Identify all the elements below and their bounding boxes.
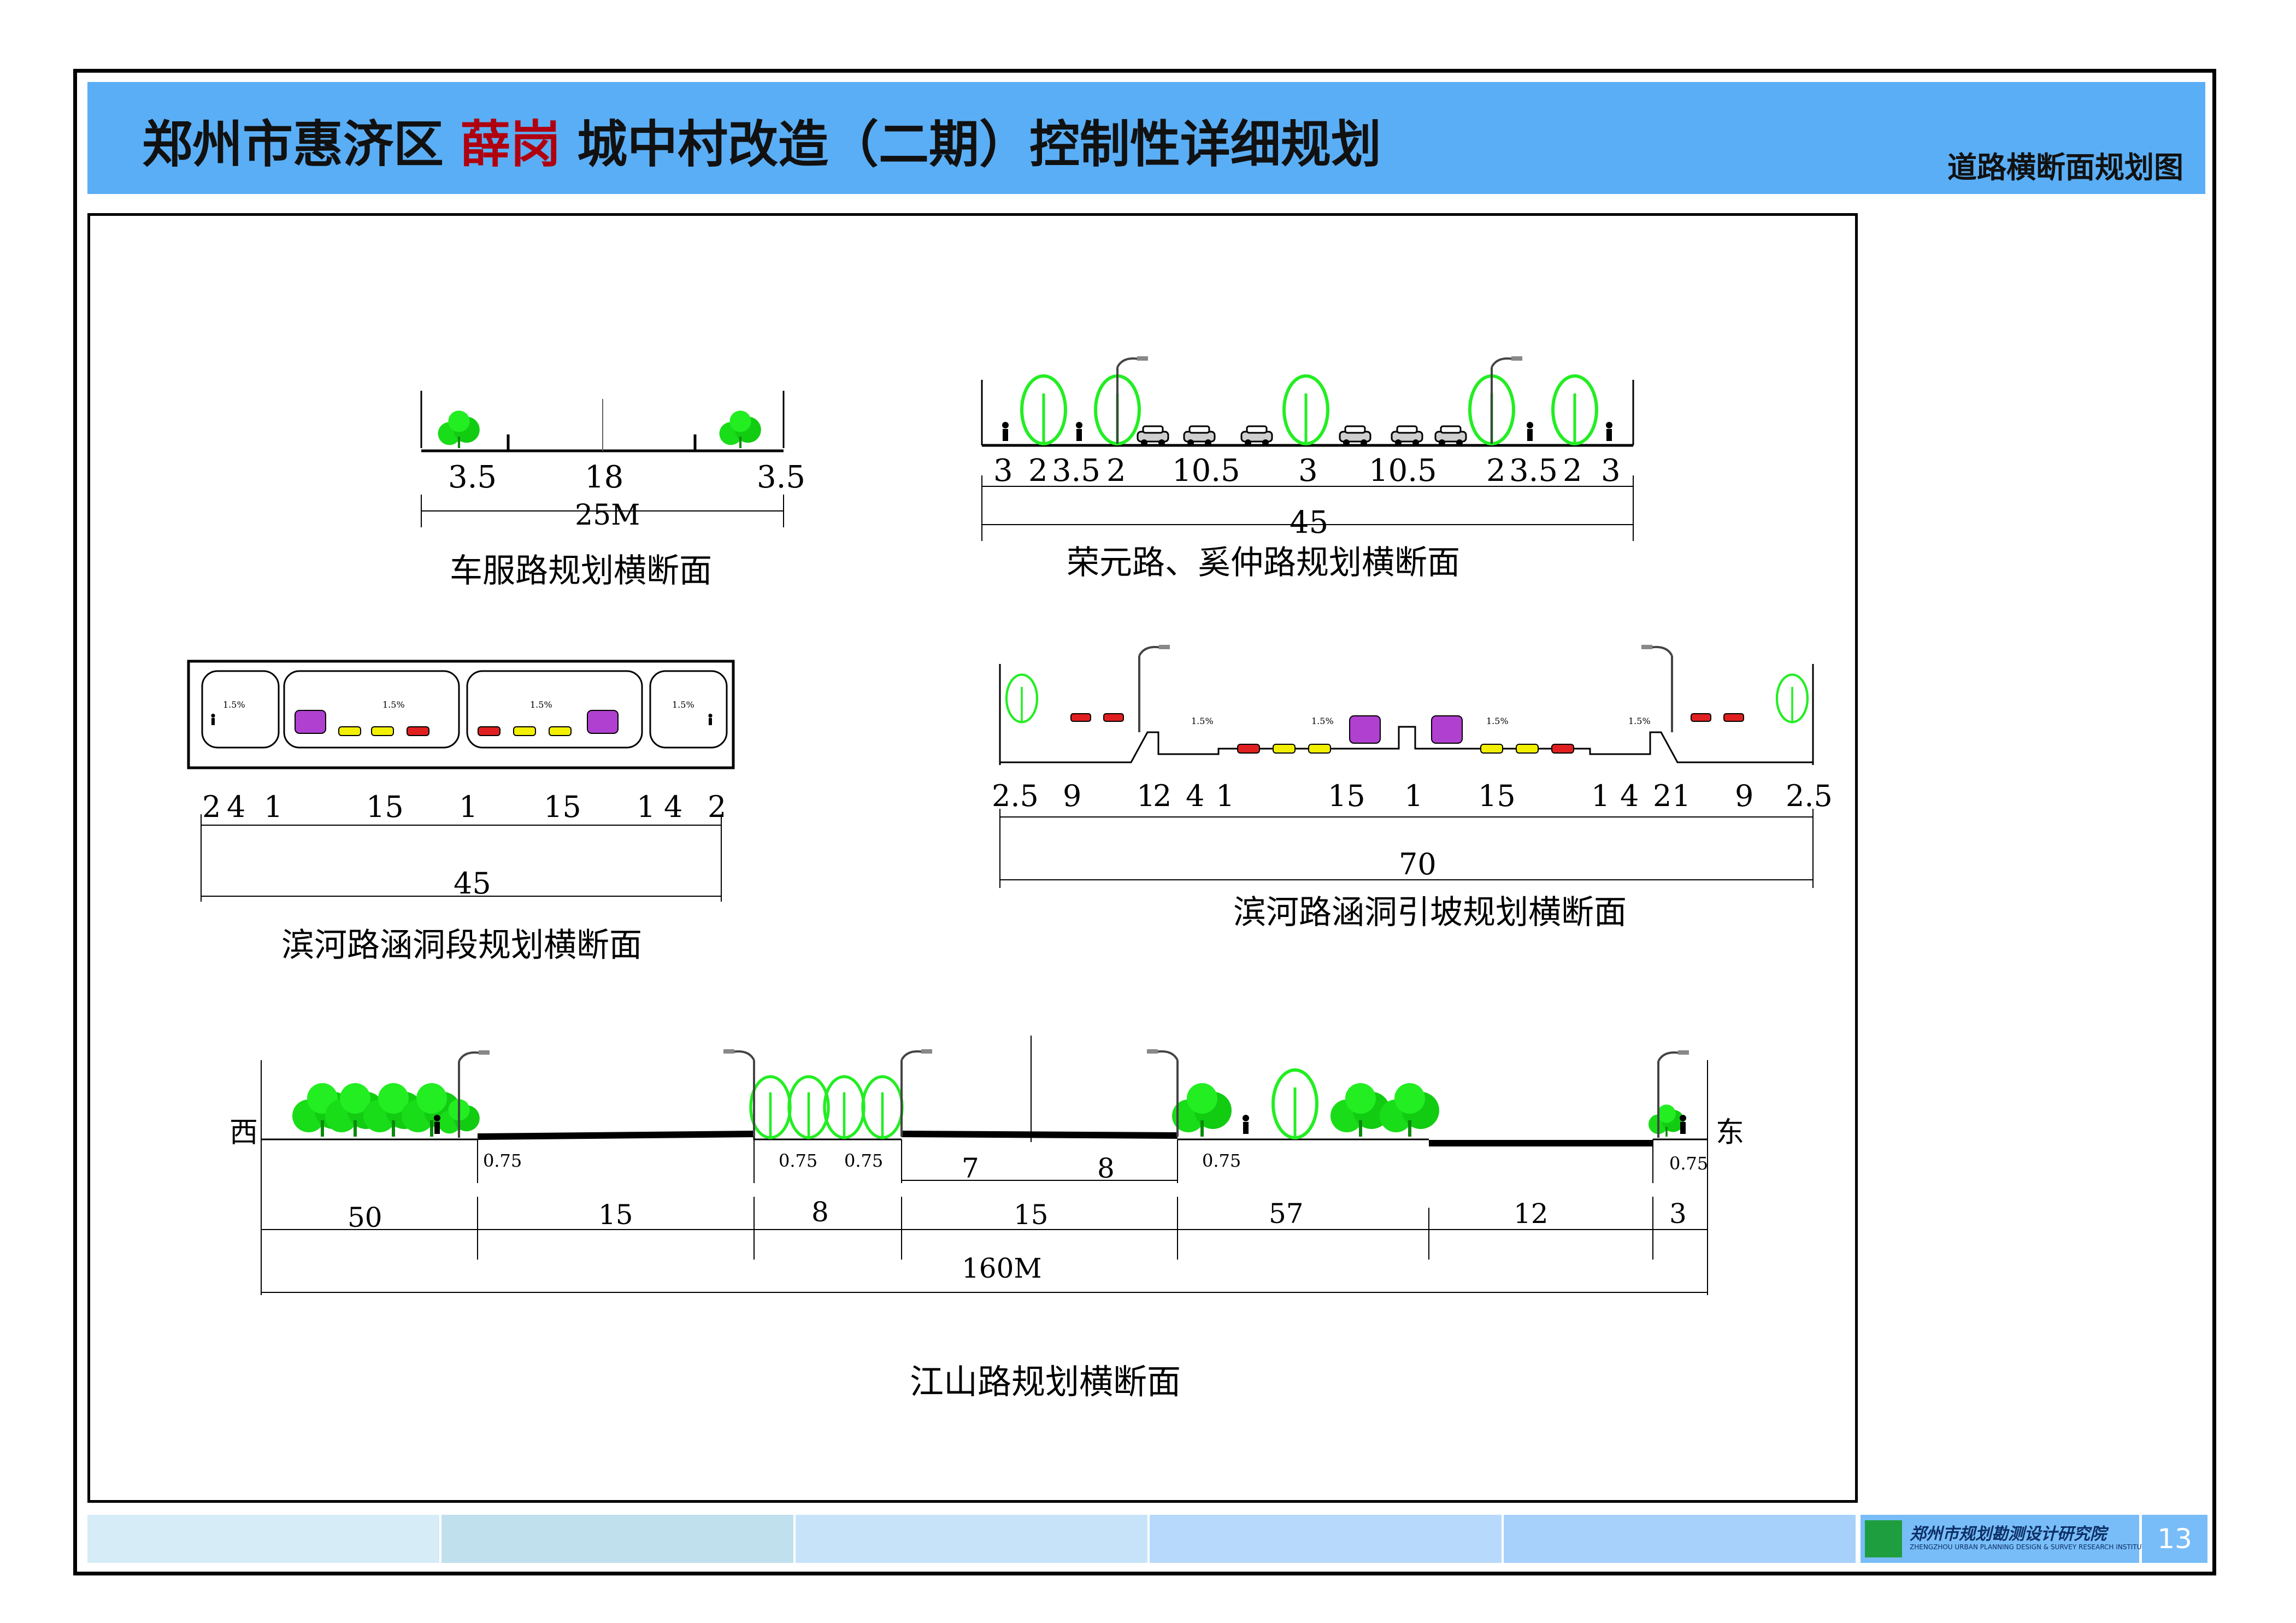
rongyuan-width-10: 2	[1563, 453, 1582, 489]
rongyuan-total: 45	[1290, 505, 1328, 540]
footer-block	[87, 1515, 439, 1563]
footer-block	[1150, 1515, 1502, 1563]
ramp-width-1: 2.5	[992, 779, 1039, 813]
chefu-width-1: 3.5	[448, 460, 497, 495]
chefu-total: 25M	[575, 499, 640, 532]
jiangshan-total: 160M	[962, 1252, 1042, 1284]
ramp-width-14: 9	[1735, 779, 1753, 813]
jiangshan-width-3: 8	[811, 1196, 829, 1228]
jiangshan-width-2: 15	[598, 1199, 633, 1231]
chefu-caption: 车服路规划横断面	[450, 552, 712, 590]
rongyuan-width-11: 3	[1601, 453, 1621, 489]
jiangshan-width-5: 57	[1269, 1198, 1304, 1230]
chefu-width-3: 3.5	[757, 460, 805, 495]
ramp-slope-3: 1.5%	[1486, 716, 1509, 726]
culvert-width-3: 1	[264, 790, 282, 824]
culvert-slope-4: 1.5%	[672, 699, 694, 710]
jiangshan-sub-2: 8	[1097, 1152, 1115, 1184]
section-binhe-culvert	[187, 660, 735, 902]
footer-block	[1504, 1515, 1856, 1563]
jiangshan-small-3: 0.75	[844, 1150, 883, 1171]
culvert-width-9: 2	[708, 790, 726, 824]
ramp-width-9: 15	[1478, 779, 1516, 813]
ramp-caption: 滨河路涵洞引坡规划横断面	[1233, 893, 1627, 932]
logo-mark-icon	[1865, 1520, 1902, 1557]
rongyuan-width-2: 2	[1028, 453, 1048, 489]
ramp-slope-4: 1.5%	[1628, 716, 1651, 726]
ramp-slope-2: 1.5%	[1311, 716, 1334, 726]
ramp-width-6: 1	[1216, 779, 1234, 813]
culvert-caption: 滨河路涵洞段规划横断面	[281, 926, 642, 965]
jiangshan-width-1: 50	[348, 1202, 382, 1233]
rongyuan-width-8: 2	[1486, 453, 1506, 489]
cross-sections-drawing: 3.5 18 3.5 25M 车服路规划横断面 3 2 3.5 2 10.5 3…	[187, 355, 1833, 1402]
jiangshan-sub-1: 7	[962, 1152, 979, 1184]
rongyuan-width-1: 3	[993, 453, 1013, 489]
culvert-width-4: 15	[366, 790, 404, 824]
rongyuan-width-4: 2	[1106, 453, 1126, 489]
jiangshan-west: 西	[229, 1116, 258, 1149]
institute-name-en: ZHENGZHOU URBAN PLANNING DESIGN & SURVEY…	[1910, 1543, 2150, 1551]
culvert-width-1: 2	[202, 790, 221, 824]
ramp-width-13: 1	[1672, 779, 1691, 813]
institute-logo: 郑州市规划勘测设计研究院 ZHENGZHOU URBAN PLANNING DE…	[1861, 1515, 2150, 1563]
rongyuan-width-6: 3	[1298, 453, 1318, 489]
page-number: 13	[2142, 1515, 2207, 1563]
jiangshan-small-1: 0.75	[483, 1150, 522, 1171]
rongyuan-width-7: 10.5	[1369, 453, 1437, 489]
rongyuan-caption: 荣元路、奚仲路规划横断面	[1067, 544, 1460, 582]
ramp-width-4: 2	[1153, 779, 1171, 813]
jiangshan-small-5: 0.75	[1669, 1153, 1708, 1174]
ramp-width-15: 2.5	[1786, 779, 1833, 813]
culvert-width-8: 4	[664, 790, 682, 824]
culvert-width-7: 1	[637, 790, 655, 824]
rongyuan-width-9: 3.5	[1509, 453, 1558, 489]
jiangshan-width-4: 15	[1014, 1199, 1049, 1231]
institute-name: 郑州市规划勘测设计研究院	[1910, 1525, 2106, 1544]
jiangshan-width-6: 12	[1514, 1198, 1549, 1230]
ramp-total: 70	[1399, 847, 1437, 881]
ramp-width-7: 15	[1328, 779, 1365, 813]
jiangshan-caption: 江山路规划横断面	[910, 1362, 1181, 1402]
ramp-width-11: 4	[1620, 779, 1639, 813]
culvert-width-5: 1	[459, 790, 478, 824]
jiangshan-small-4: 0.75	[1202, 1150, 1241, 1171]
rongyuan-width-3: 3.5	[1052, 453, 1100, 489]
ramp-width-8: 1	[1404, 779, 1423, 813]
ramp-width-2: 9	[1063, 779, 1081, 813]
ramp-width-12: 2	[1653, 779, 1671, 813]
ramp-width-10: 1	[1591, 779, 1610, 813]
footer-block	[441, 1515, 793, 1563]
culvert-slope-1: 1.5%	[223, 699, 245, 710]
footer-block	[796, 1515, 1147, 1563]
ramp-slope-1: 1.5%	[1191, 716, 1214, 726]
jiangshan-small-2: 0.75	[779, 1150, 817, 1171]
jiangshan-east: 东	[1716, 1116, 1744, 1149]
culvert-width-2: 4	[227, 790, 245, 824]
rongyuan-width-5: 10.5	[1172, 453, 1240, 489]
chefu-width-2: 18	[585, 460, 623, 495]
culvert-width-6: 15	[544, 790, 581, 824]
jiangshan-width-7: 3	[1669, 1198, 1687, 1230]
culvert-slope-2: 1.5%	[382, 699, 405, 710]
culvert-total: 45	[454, 866, 491, 901]
footer-bar	[87, 1515, 1858, 1563]
culvert-slope-3: 1.5%	[530, 699, 552, 710]
ramp-width-5: 4	[1186, 779, 1204, 813]
